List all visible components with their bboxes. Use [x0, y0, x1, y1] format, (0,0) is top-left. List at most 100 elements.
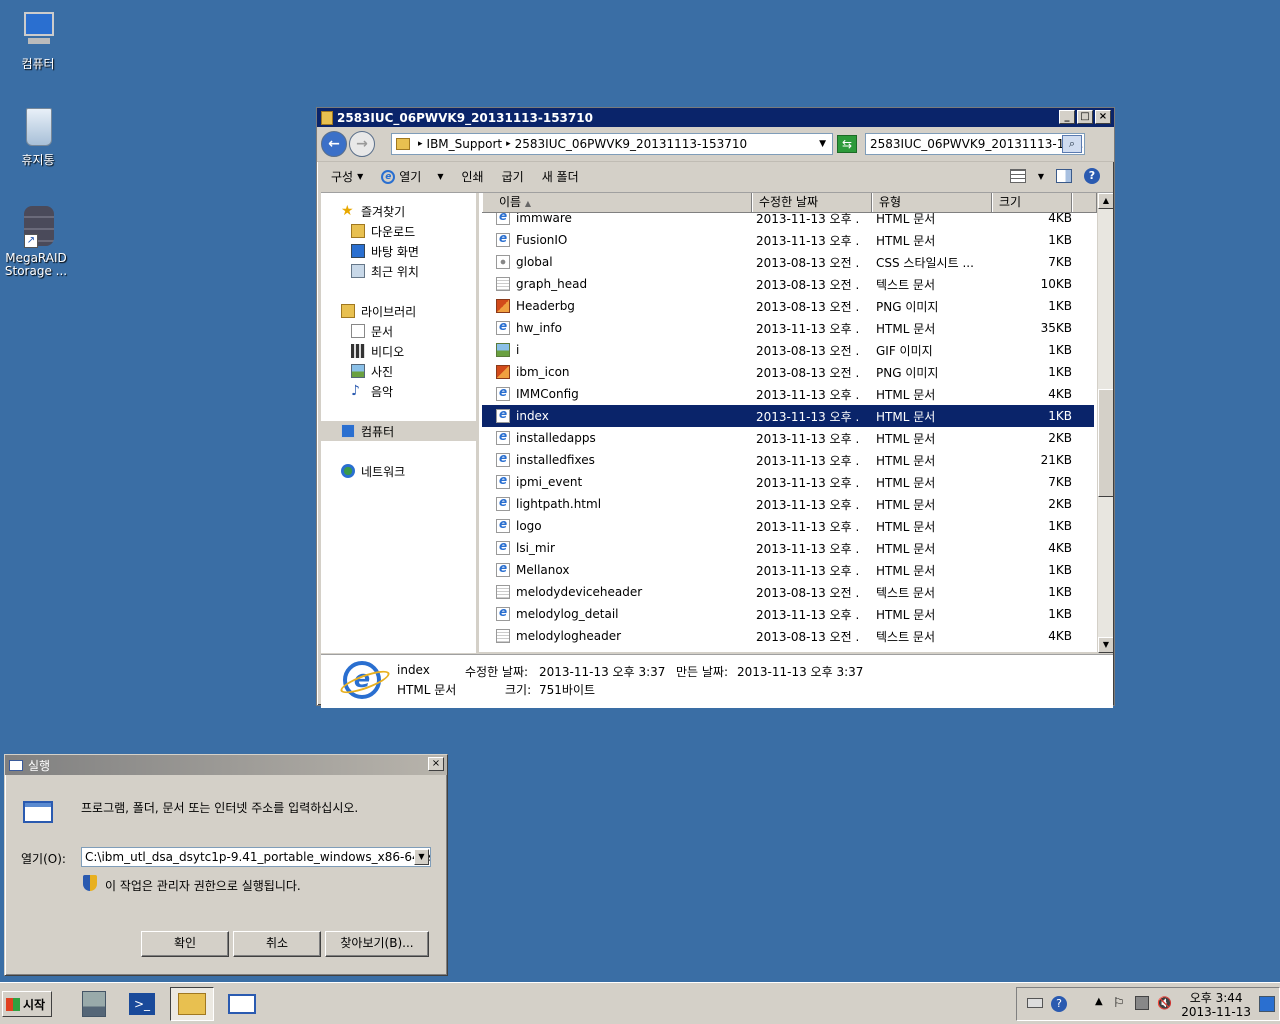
action-center-flag-icon[interactable]: ⚐ [1113, 996, 1125, 1011]
keyboard-icon[interactable] [1027, 998, 1043, 1008]
column-size[interactable]: 크기 [992, 193, 1072, 212]
png-file-icon [496, 365, 510, 379]
nav-favorites[interactable]: ★ 즐겨찾기 [321, 201, 476, 221]
run-command-input[interactable]: C:\ibm_utl_dsa_dsytc1p-9.41_portable_win… [81, 847, 431, 867]
file-row[interactable]: global 2013-08-13 오전 ... CSS 스타일시트 ... 7KB [482, 251, 1094, 273]
view-options-icon[interactable] [1009, 169, 1026, 183]
file-date: 2013-08-13 오전 ... [756, 299, 858, 314]
show-desktop-button[interactable] [1259, 996, 1275, 1012]
taskbar-explorer[interactable] [170, 987, 214, 1021]
nav-desktop[interactable]: 바탕 화면 [321, 241, 476, 261]
file-size: 4KB [1048, 541, 1072, 555]
address-box[interactable]: ▸ IBM_Support ▸ 2583IUC_06PWVK9_20131113… [391, 133, 833, 155]
taskbar-clock[interactable]: 오후 3:44 2013-11-13 [1181, 991, 1251, 1019]
nav-computer[interactable]: 컴퓨터 [321, 421, 476, 441]
burn-button[interactable]: 굽기 [502, 168, 524, 185]
file-row[interactable]: hw_info 2013-11-13 오후 ... HTML 문서 35KB [482, 317, 1094, 339]
nav-downloads[interactable]: 다운로드 [321, 221, 476, 241]
windows-flag-icon [6, 997, 20, 1011]
explorer-titlebar[interactable]: 2583IUC_06PWVK9_20131113-153710 _ □ × [317, 108, 1114, 127]
chevron-down-icon[interactable]: ▼ [414, 849, 429, 865]
start-button[interactable]: 시작 [2, 991, 52, 1017]
refresh-button[interactable]: ⇆ [837, 135, 857, 153]
help-icon[interactable]: ? [1084, 168, 1100, 184]
open-button[interactable]: e 열기 ▼ [381, 168, 444, 185]
nav-libraries[interactable]: 라이브러리 [321, 301, 476, 321]
maximize-button[interactable]: □ [1077, 110, 1093, 124]
desktop-icon-recycle-bin[interactable]: 휴지통 [2, 106, 74, 167]
file-row[interactable]: Headerbg 2013-08-13 오전 ... PNG 이미지 1KB [482, 295, 1094, 317]
file-row[interactable]: lsi_mir 2013-11-13 오후 ... HTML 문서 4KB [482, 537, 1094, 559]
file-row[interactable]: ipmi_event 2013-11-13 오후 ... HTML 문서 7KB [482, 471, 1094, 493]
preview-pane-icon[interactable] [1056, 169, 1072, 183]
file-row[interactable]: melodydeviceheader 2013-08-13 오전 ... 텍스트 문… [482, 581, 1094, 603]
forward-button[interactable]: → [349, 131, 375, 157]
address-dropdown-icon[interactable]: ▼ [819, 139, 826, 149]
desktop-icon-label-2: Storage ... [4, 264, 68, 278]
scroll-down-button[interactable]: ▼ [1098, 637, 1113, 653]
taskbar-server-manager[interactable] [72, 987, 116, 1021]
minimize-button[interactable]: _ [1059, 110, 1075, 124]
tray-expand-icon[interactable]: ▲ [1095, 996, 1103, 1007]
breadcrumb-item[interactable]: IBM_Support [427, 137, 503, 151]
scroll-up-button[interactable]: ▲ [1098, 193, 1113, 209]
cancel-button[interactable]: 취소 [233, 931, 321, 957]
file-row[interactable]: logo 2013-11-13 오후 ... HTML 문서 1KB [482, 515, 1094, 537]
scroll-thumb[interactable] [1098, 389, 1113, 497]
desktop-icon-megaraid[interactable]: ↗ MegaRAID Storage ... [0, 204, 72, 278]
nav-label: 다운로드 [371, 224, 416, 239]
search-input[interactable]: 2583IUC_06PWVK9_20131113-153... ⌕ [865, 133, 1085, 155]
column-date[interactable]: 수정한 날짜 [752, 193, 872, 212]
file-row[interactable]: Mellanox 2013-11-13 오후 ... HTML 문서 1KB [482, 559, 1094, 581]
taskbar-run[interactable] [220, 987, 264, 1021]
file-row[interactable]: IMMConfig 2013-11-13 오후 ... HTML 문서 4KB [482, 383, 1094, 405]
taskbar-powershell[interactable]: >_ [120, 987, 164, 1021]
file-date: 2013-11-13 오후 ... [756, 497, 858, 512]
file-row[interactable]: index 2013-11-13 오후 ... HTML 문서 1KB [482, 405, 1094, 427]
ok-button[interactable]: 확인 [141, 931, 229, 957]
search-button[interactable]: ⌕ [1062, 135, 1082, 153]
nav-documents[interactable]: 문서 [321, 321, 476, 341]
run-titlebar[interactable]: 실행 × [5, 755, 447, 775]
help-icon[interactable]: ? [1051, 996, 1067, 1012]
nav-pictures[interactable]: 사진 [321, 361, 476, 381]
file-type: HTML 문서 [876, 431, 936, 446]
nav-videos[interactable]: 비디오 [321, 341, 476, 361]
computer-icon [341, 424, 355, 438]
nav-network[interactable]: 네트워크 [321, 461, 476, 481]
nav-label: 최근 위치 [371, 264, 419, 279]
browse-button[interactable]: 찾아보기(B)... [325, 931, 429, 957]
nav-label: 즐겨찾기 [361, 204, 406, 219]
file-row[interactable]: graph_head 2013-08-13 오전 ... 텍스트 문서 10KB [482, 273, 1094, 295]
desktop-icon-computer[interactable]: 컴퓨터 [2, 10, 74, 71]
file-row[interactable]: installedfixes 2013-11-13 오후 ... HTML 문서 21… [482, 449, 1094, 471]
nav-recent[interactable]: 최근 위치 [321, 261, 476, 281]
speaker-muted-icon[interactable]: 🔇 [1157, 996, 1172, 1010]
file-row[interactable]: melodylog_detail 2013-11-13 오후 ... HTML 문서… [482, 603, 1094, 625]
file-row[interactable]: installedapps 2013-11-13 오후 ... HTML 문서 2KB [482, 427, 1094, 449]
ie-icon: e [381, 169, 396, 184]
print-button[interactable]: 인쇄 [462, 168, 484, 185]
file-row[interactable]: FusionIO 2013-11-13 오후 ... HTML 문서 1KB [482, 229, 1094, 251]
file-list: immware 2013-11-13 오후 ... HTML 문서 4KB Fusion… [482, 193, 1113, 653]
file-row[interactable]: ibm_icon 2013-08-13 오전 ... PNG 이미지 1KB [482, 361, 1094, 383]
file-row[interactable]: lightpath.html 2013-11-13 오후 ... HTML 문서 2K… [482, 493, 1094, 515]
organize-button[interactable]: 구성 ▼ [331, 168, 363, 185]
file-size: 1KB [1048, 585, 1072, 599]
file-row[interactable]: i 2013-08-13 오전 ... GIF 이미지 1KB [482, 339, 1094, 361]
vertical-scrollbar[interactable]: ▲ ▼ [1097, 193, 1113, 653]
back-button[interactable]: ← [321, 131, 347, 157]
close-button[interactable]: × [428, 757, 444, 771]
chevron-down-icon[interactable]: ▼ [1038, 172, 1044, 181]
file-type: GIF 이미지 [876, 343, 933, 358]
file-row[interactable]: melodylogheader 2013-08-13 오전 ... 텍스트 문서 4K… [482, 625, 1094, 647]
file-type: 텍스트 문서 [876, 277, 936, 292]
close-button[interactable]: × [1095, 110, 1111, 124]
new-folder-button[interactable]: 새 폴더 [542, 168, 579, 185]
run-title: 실행 [28, 758, 51, 773]
column-name[interactable]: 이름 ▲ [482, 193, 752, 212]
nav-music[interactable]: ♪ 음악 [321, 381, 476, 401]
column-type[interactable]: 유형 [872, 193, 992, 212]
breadcrumb-item[interactable]: 2583IUC_06PWVK9_20131113-153710 [515, 137, 748, 151]
network-tray-icon[interactable] [1135, 996, 1149, 1010]
